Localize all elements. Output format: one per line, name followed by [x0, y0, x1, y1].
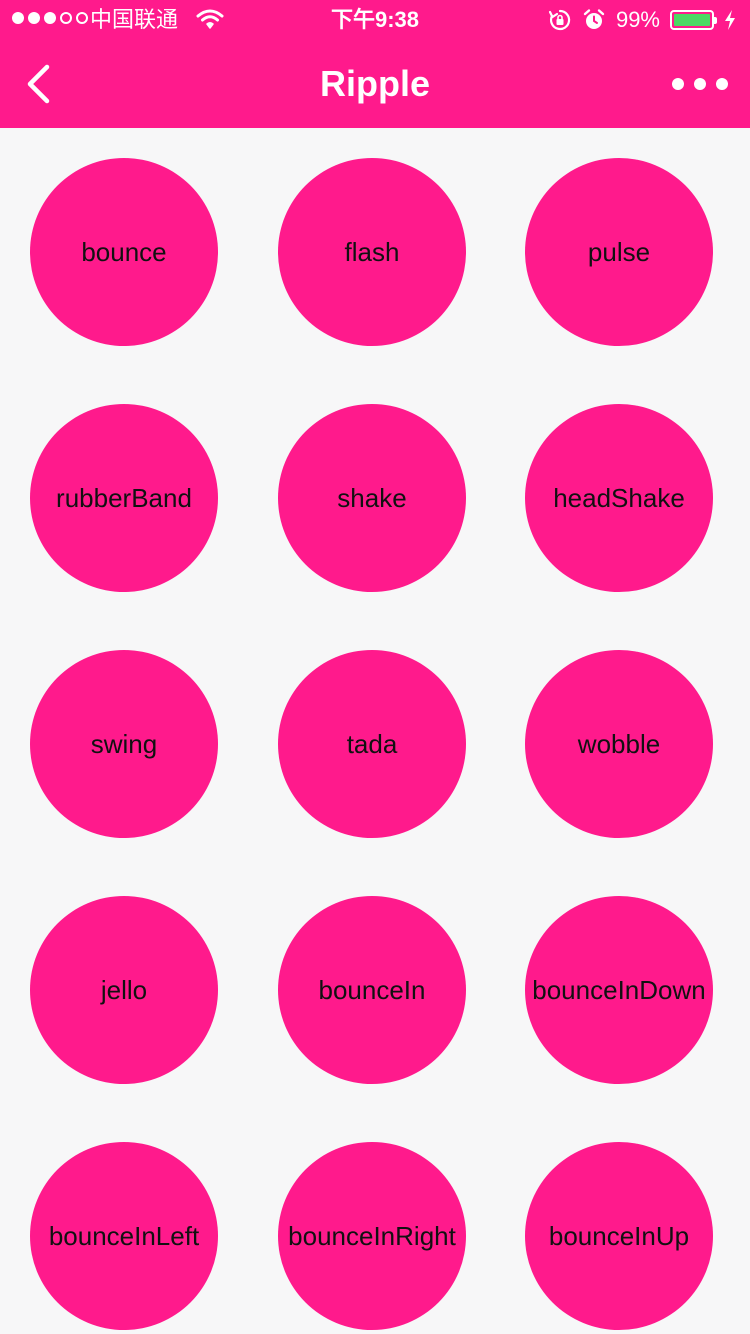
navigation-bar: Ripple [0, 40, 750, 128]
ellipsis-icon [694, 78, 706, 90]
animation-button-grid: bounce flash pulse rubberBand shake head… [0, 128, 750, 1334]
button-label: pulse [587, 236, 651, 267]
animation-button-bouncein[interactable]: bounceIn [278, 896, 466, 1084]
animation-button-bounceindown[interactable]: bounceInDown [525, 896, 713, 1084]
button-label: bounceInLeft [48, 1220, 200, 1251]
animation-button-tada[interactable]: tada [278, 650, 466, 838]
button-label: shake [337, 482, 407, 513]
charging-bolt-icon [724, 9, 736, 31]
battery-fill [674, 14, 710, 26]
button-label: headShake [553, 482, 685, 513]
animation-button-bounceinright[interactable]: bounceInRight [278, 1142, 466, 1330]
battery-icon [670, 10, 717, 30]
animation-button-pulse[interactable]: pulse [525, 158, 713, 346]
animation-button-jello[interactable]: jello [30, 896, 218, 1084]
animation-button-flash[interactable]: flash [278, 158, 466, 346]
ellipsis-icon [716, 78, 728, 90]
button-label: bounceInRight [288, 1220, 456, 1251]
button-label: bounce [81, 236, 167, 267]
button-label: wobble [577, 728, 661, 759]
animation-button-bounceinup[interactable]: bounceInUp [525, 1142, 713, 1330]
button-label: rubberBand [56, 482, 192, 513]
ellipsis-icon [672, 78, 684, 90]
animation-button-wobble[interactable]: wobble [525, 650, 713, 838]
button-label: flash [344, 236, 400, 267]
animation-button-headshake[interactable]: headShake [525, 404, 713, 592]
button-label: bounceInUp [548, 1220, 690, 1251]
alarm-icon [582, 8, 606, 32]
animation-button-bounceinleft[interactable]: bounceInLeft [30, 1142, 218, 1330]
page-title: Ripple [319, 63, 430, 104]
button-label: bounceInDown [532, 974, 706, 1005]
header: 中国联通 下午9:38 99% Ripple [0, 0, 750, 128]
animation-button-shake[interactable]: shake [278, 404, 466, 592]
button-label: jello [100, 974, 148, 1005]
button-label: tada [346, 728, 398, 759]
button-label: swing [90, 728, 158, 759]
button-label: bounceIn [318, 974, 426, 1005]
animation-button-bounce[interactable]: bounce [30, 158, 218, 346]
status-bar: 中国联通 下午9:38 99% [0, 0, 750, 40]
battery-percent: 99% [615, 7, 660, 32]
orientation-lock-icon [548, 8, 572, 32]
more-button[interactable] [672, 66, 728, 102]
animation-button-rubberband[interactable]: rubberBand [30, 404, 218, 592]
animation-button-swing[interactable]: swing [30, 650, 218, 838]
status-right: 99% [548, 6, 736, 34]
